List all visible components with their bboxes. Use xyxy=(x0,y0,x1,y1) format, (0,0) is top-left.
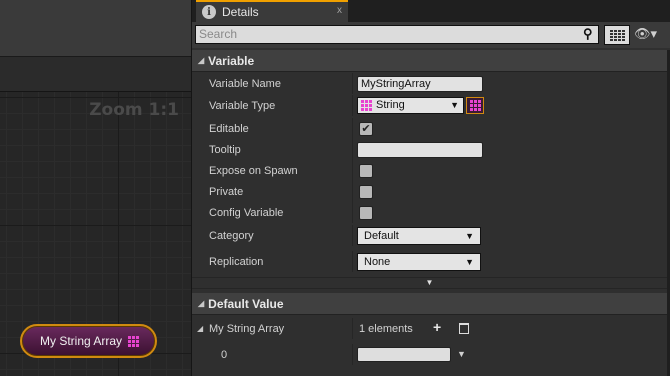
row-config-variable: Config Variable xyxy=(192,202,667,223)
row-replication: Replication None ▼ xyxy=(192,251,667,272)
label-array-default: My String Array xyxy=(209,322,285,335)
graph-toolbar-area xyxy=(0,0,191,57)
search-icon: ⚲ xyxy=(583,26,593,41)
array-element-count: 1 elements xyxy=(359,322,413,335)
section-title: Variable xyxy=(208,53,255,68)
variable-name-input[interactable]: MyStringArray xyxy=(357,76,483,92)
graph-header-strip xyxy=(0,57,191,91)
property-matrix-button[interactable] xyxy=(604,25,630,45)
expose-on-spawn-checkbox[interactable] xyxy=(359,164,373,178)
eye-icon[interactable]: 👁▾ xyxy=(634,26,657,42)
details-content: ◢ Variable Variable Name MyStringArray V… xyxy=(192,50,667,376)
array-pin-icon[interactable] xyxy=(128,335,140,347)
private-checkbox[interactable] xyxy=(359,185,373,199)
row-tooltip: Tooltip xyxy=(192,139,667,160)
row-expose-on-spawn: Expose on Spawn xyxy=(192,160,667,181)
chevron-down-icon: ▼ xyxy=(465,257,474,267)
details-panel: i Details x Search ⚲ 👁▾ ◢ Variable Varia… xyxy=(191,0,670,376)
variable-get-node[interactable]: My String Array xyxy=(20,324,157,358)
row-array-default: ◢ My String Array 1 elements + xyxy=(192,318,667,339)
row-category: Category Default ▼ xyxy=(192,225,667,246)
advanced-expand-button[interactable]: ▼ xyxy=(192,277,667,289)
tooltip-input[interactable] xyxy=(357,142,483,158)
search-row: Search ⚲ 👁▾ xyxy=(192,22,670,48)
row-private: Private xyxy=(192,181,667,202)
variable-type-dropdown[interactable]: String ▼ xyxy=(357,97,464,114)
row-variable-type: Variable Type String ▼ xyxy=(192,95,667,116)
element-0-input[interactable] xyxy=(357,347,451,362)
label-config-variable: Config Variable xyxy=(209,206,284,219)
label-variable-type: Variable Type xyxy=(209,99,276,112)
label-editable: Editable xyxy=(209,122,249,135)
details-tab-bar: i Details x xyxy=(192,0,670,22)
chevron-down-icon[interactable]: ▼ xyxy=(457,349,466,359)
editable-checkbox[interactable]: ✔ xyxy=(359,122,373,136)
trash-icon[interactable] xyxy=(459,323,469,334)
expand-arrow-icon: ▼ xyxy=(425,278,434,287)
info-icon: i xyxy=(202,5,216,19)
label-expose-on-spawn: Expose on Spawn xyxy=(209,164,298,177)
search-input[interactable]: Search xyxy=(195,25,599,44)
label-replication: Replication xyxy=(209,255,264,268)
plus-icon[interactable]: + xyxy=(433,319,441,335)
array-container-icon xyxy=(469,100,481,111)
category-dropdown[interactable]: Default ▼ xyxy=(357,227,481,245)
chevron-down-icon: ▼ xyxy=(450,100,459,110)
node-label: My String Array xyxy=(40,334,123,348)
chevron-down-icon: ▼ xyxy=(465,231,474,241)
section-header-variable[interactable]: ◢ Variable xyxy=(192,50,667,72)
close-icon[interactable]: x xyxy=(337,5,342,16)
row-editable: Editable ✔ xyxy=(192,118,667,139)
tab-details[interactable]: i Details x xyxy=(196,0,348,22)
tab-title: Details xyxy=(222,5,259,19)
row-variable-name: Variable Name MyStringArray xyxy=(192,73,667,94)
category-value: Default xyxy=(364,230,399,242)
blueprint-graph[interactable]: Zoom 1:1 My String Array xyxy=(0,91,191,376)
element-index: 0 xyxy=(221,348,228,361)
row-array-element-0: 0 ▼ xyxy=(192,344,667,365)
label-category: Category xyxy=(209,229,254,242)
replication-dropdown[interactable]: None ▼ xyxy=(357,253,481,271)
collapse-triangle-icon: ◢ xyxy=(198,56,205,65)
label-variable-name: Variable Name xyxy=(209,77,281,90)
zoom-label: Zoom 1:1 xyxy=(89,100,179,120)
section-header-default-value[interactable]: ◢ Default Value xyxy=(192,293,667,315)
label-private: Private xyxy=(209,185,244,198)
collapse-triangle-icon: ◢ xyxy=(198,299,205,308)
container-type-button[interactable] xyxy=(466,97,484,114)
string-type-icon xyxy=(361,100,372,111)
config-variable-checkbox[interactable] xyxy=(359,206,373,220)
variable-type-value: String xyxy=(376,99,405,111)
grid-icon xyxy=(609,29,625,41)
replication-value: None xyxy=(364,256,391,268)
collapse-triangle-icon[interactable]: ◢ xyxy=(197,324,203,333)
section-title: Default Value xyxy=(208,296,284,311)
label-tooltip: Tooltip xyxy=(209,143,241,156)
